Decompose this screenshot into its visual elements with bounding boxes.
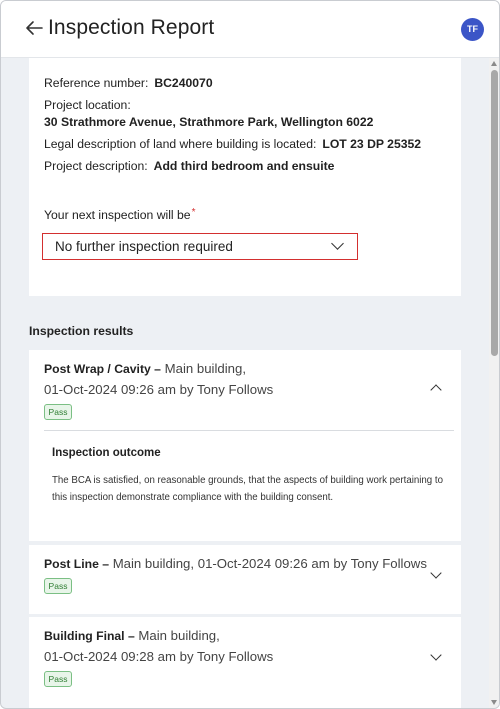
status-badge: Pass bbox=[44, 578, 72, 594]
status-badge: Pass bbox=[44, 671, 72, 687]
status-badge: Pass bbox=[44, 404, 72, 420]
scrollbar-thumb[interactable] bbox=[491, 70, 498, 356]
next-inspection-label: Your next inspection will be* bbox=[44, 207, 196, 222]
scroll-down-arrow-icon[interactable] bbox=[491, 700, 497, 705]
next-inspection-selected-value: No further inspection required bbox=[55, 239, 233, 254]
chevron-down-icon[interactable] bbox=[430, 567, 442, 579]
inspection-results-title: Inspection results bbox=[29, 324, 134, 338]
divider bbox=[44, 430, 454, 431]
top-bar: Inspection Report TF bbox=[1, 1, 499, 58]
description-label: Project description: bbox=[44, 159, 148, 173]
result-type: Building Final – bbox=[44, 629, 135, 643]
legal-label: Legal description of land where building… bbox=[44, 137, 317, 151]
result-type: Post Wrap / Cavity – bbox=[44, 362, 161, 376]
inspection-result-item[interactable]: Post Line – Main building, 01-Oct-2024 0… bbox=[29, 545, 461, 614]
result-date-inspector: 01-Oct-2024 09:28 am by Tony Follows bbox=[44, 649, 274, 664]
result-heading: Post Line – Main building, 01-Oct-2024 0… bbox=[44, 556, 427, 571]
result-date-inspector: 01-Oct-2024 09:26 am by Tony Follows bbox=[44, 382, 274, 397]
chevron-down-icon[interactable] bbox=[430, 649, 442, 661]
legal-value: LOT 23 DP 25352 bbox=[322, 137, 422, 151]
project-details-card: Reference number: BC240070 Project locati… bbox=[29, 58, 461, 296]
result-location: Main building, bbox=[112, 556, 195, 571]
next-inspection-select[interactable]: No further inspection required bbox=[42, 233, 358, 260]
outcome-title: Inspection outcome bbox=[52, 447, 161, 459]
chevron-down-icon bbox=[331, 237, 344, 250]
reference-label: Reference number: bbox=[44, 76, 149, 90]
page-title: Inspection Report bbox=[48, 16, 215, 39]
result-heading: Post Wrap / Cavity – Main building, bbox=[44, 361, 246, 376]
reference-row: Reference number: BC240070 bbox=[44, 76, 213, 90]
description-row: Project description: Add third bedroom an… bbox=[44, 159, 334, 173]
chevron-up-icon[interactable] bbox=[430, 384, 442, 396]
reference-value: BC240070 bbox=[154, 76, 213, 90]
location-value: 30 Strathmore Avenue, Strathmore Park, W… bbox=[44, 115, 374, 129]
required-marker: * bbox=[191, 207, 196, 218]
scroll-up-arrow-icon[interactable] bbox=[491, 61, 497, 66]
inspection-result-item[interactable]: Building Final – Main building, 01-Oct-2… bbox=[29, 617, 461, 708]
vertical-scrollbar[interactable] bbox=[489, 58, 499, 708]
inspection-result-item: Post Wrap / Cavity – Main building, 01-O… bbox=[29, 350, 461, 541]
content-scroll-area: Reference number: BC240070 Project locati… bbox=[1, 58, 489, 708]
result-date-inspector: 01-Oct-2024 09:26 am by Tony Follows bbox=[197, 556, 427, 571]
outcome-text: The BCA is satisfied, on reasonable grou… bbox=[52, 475, 443, 503]
result-heading: Building Final – Main building, bbox=[44, 628, 220, 643]
back-arrow-icon[interactable] bbox=[23, 17, 45, 39]
app-window: Inspection Report TF Reference number: BC… bbox=[0, 0, 500, 709]
result-type: Post Line – bbox=[44, 557, 110, 571]
result-location: Main building, bbox=[164, 361, 246, 376]
avatar[interactable]: TF bbox=[461, 18, 484, 41]
next-inspection-label-text: Your next inspection will be bbox=[44, 208, 191, 222]
location-label: Project location: bbox=[44, 98, 131, 112]
description-value: Add third bedroom and ensuite bbox=[153, 159, 335, 173]
result-location: Main building, bbox=[138, 628, 220, 643]
legal-row: Legal description of land where building… bbox=[44, 137, 421, 151]
